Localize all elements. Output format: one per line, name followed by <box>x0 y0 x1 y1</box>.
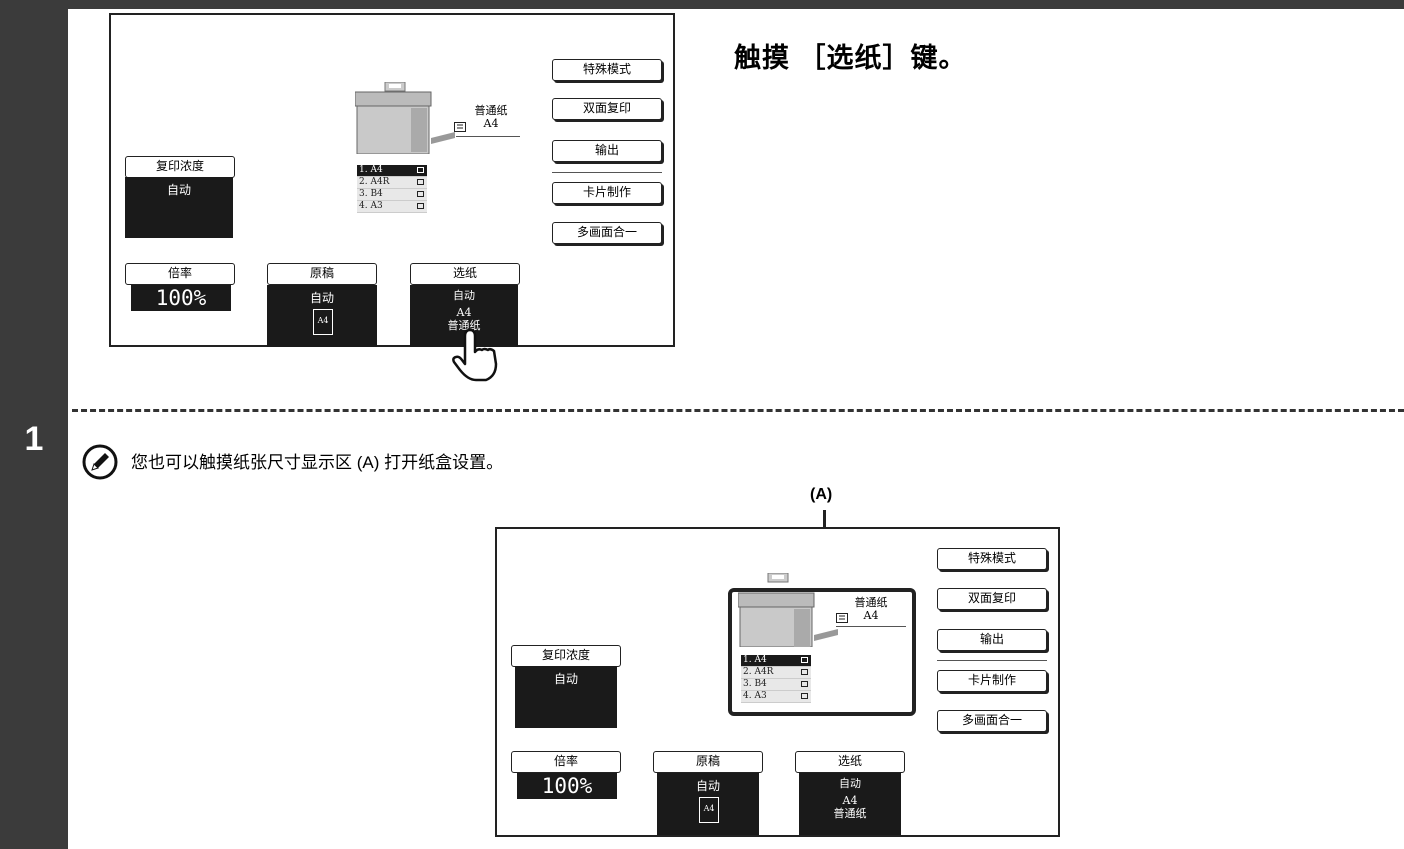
button-divider <box>937 660 1047 661</box>
tray-item[interactable]: 3. B4 <box>357 189 427 201</box>
tray-item[interactable]: 1. A4 <box>357 165 427 177</box>
original-size-icon: A4 <box>313 309 333 335</box>
copy-ratio-display: 100% <box>517 773 617 799</box>
paper-select-size: A4 <box>456 306 472 319</box>
original-display: 自动 A4 <box>657 773 759 835</box>
original-button[interactable]: 原稿 <box>653 751 763 773</box>
copier-machine-icon <box>355 82 455 154</box>
card-shot-button[interactable]: 卡片制作 <box>937 670 1047 692</box>
paper-select-display: 自动 A4 普通纸 <box>799 773 901 835</box>
paper-tray-icon <box>454 122 466 132</box>
tray-icon <box>417 167 424 173</box>
original-size-text: A4 <box>703 804 715 813</box>
original-size-text: A4 <box>317 316 329 325</box>
original-size-icon: A4 <box>699 797 719 823</box>
exposure-button[interactable]: 复印浓度 <box>511 645 621 667</box>
paper-type-text: 普通纸 <box>474 104 508 117</box>
exposure-display: 自动 <box>125 177 233 238</box>
section-divider <box>72 409 1404 412</box>
tray-icon <box>417 179 424 185</box>
paper-select-size: A4 <box>842 794 858 807</box>
tray-icon <box>417 191 424 197</box>
special-modes-button[interactable]: 特殊模式 <box>552 59 662 81</box>
copy-ratio-value: 100% <box>155 286 207 310</box>
output-button[interactable]: 输出 <box>937 629 1047 651</box>
exposure-value: 自动 <box>166 183 191 197</box>
exposure-button[interactable]: 复印浓度 <box>125 156 235 178</box>
tray-icon <box>417 203 424 209</box>
top-bar <box>0 0 1404 9</box>
step-sidebar: 1 <box>0 0 68 849</box>
paper-select-type: 普通纸 <box>833 807 867 820</box>
tray-list[interactable]: 1. A4 2. A4R 3. B4 4. A3 <box>357 165 427 213</box>
exposure-display: 自动 <box>515 666 617 728</box>
paper-select-button[interactable]: 选纸 <box>795 751 905 773</box>
note-text: 您也可以触摸纸张尺寸显示区 (A) 打开纸盒设置。 <box>131 453 504 472</box>
tray-item[interactable]: 4. A3 <box>357 201 427 213</box>
note-pencil-icon <box>82 444 118 480</box>
output-button[interactable]: 输出 <box>552 140 662 162</box>
card-shot-button[interactable]: 卡片制作 <box>552 182 662 204</box>
step-number: 1 <box>24 420 44 458</box>
original-display: 自动 A4 <box>267 285 377 347</box>
paper-size-display-highlight <box>728 588 916 716</box>
copy-ratio-button[interactable]: 倍率 <box>511 751 621 773</box>
paper-size-display[interactable]: 普通纸 A4 <box>456 104 526 130</box>
multi-shot-button[interactable]: 多画面合一 <box>552 222 662 244</box>
paper-select-mode: 自动 <box>839 777 861 790</box>
original-button[interactable]: 原稿 <box>267 263 377 285</box>
special-modes-button[interactable]: 特殊模式 <box>937 548 1047 570</box>
exposure-value: 自动 <box>553 672 578 686</box>
paper-underline <box>456 136 520 137</box>
instruction-heading: 触摸 ［选纸］键。 <box>734 43 967 73</box>
callout-label-a: (A) <box>810 486 833 503</box>
paper-size-text: A4 <box>483 117 499 130</box>
original-value: 自动 <box>309 291 334 305</box>
original-value: 自动 <box>695 779 720 793</box>
tray-item[interactable]: 2. A4R <box>357 177 427 189</box>
touch-panel-screen-1: 普通纸 A4 1. A4 2. A4R 3. B4 4. A3 特殊模式 双面复… <box>109 13 675 347</box>
paper-select-mode: 自动 <box>453 289 475 302</box>
pointing-hand-icon <box>452 328 498 382</box>
copy-ratio-button[interactable]: 倍率 <box>125 263 235 285</box>
copy-ratio-value: 100% <box>541 774 593 798</box>
duplex-copy-button[interactable]: 双面复印 <box>937 588 1047 610</box>
multi-shot-button[interactable]: 多画面合一 <box>937 710 1047 732</box>
copy-ratio-display: 100% <box>131 285 231 311</box>
paper-select-button[interactable]: 选纸 <box>410 263 520 285</box>
button-divider <box>552 172 662 173</box>
duplex-copy-button[interactable]: 双面复印 <box>552 98 662 120</box>
